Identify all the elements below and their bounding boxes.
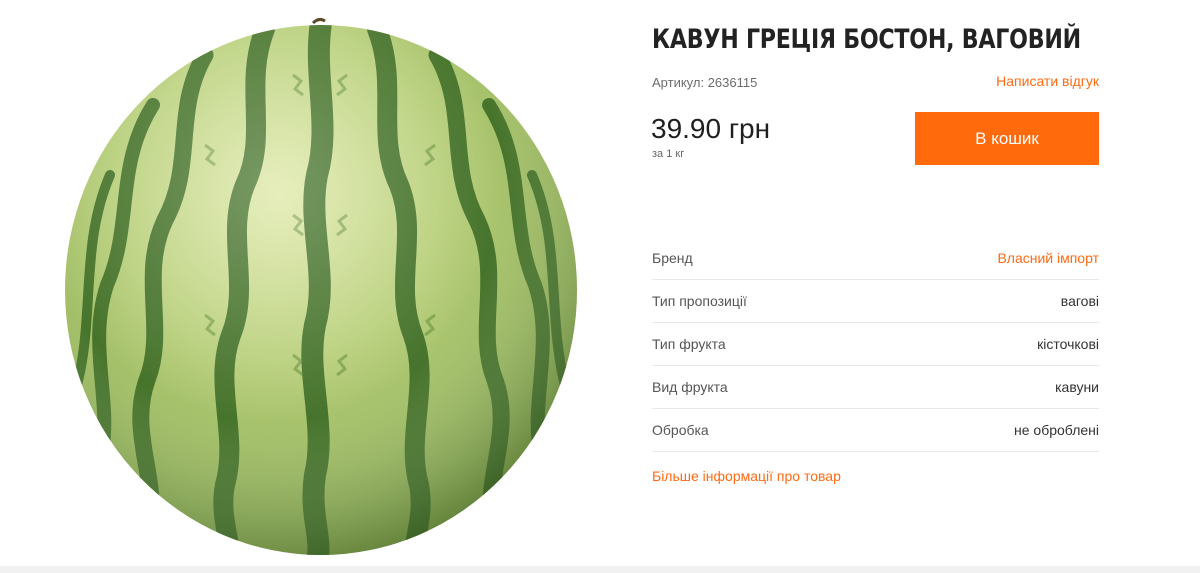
spec-row-fruit-kind: Вид фрукта кавуни [652,366,1099,409]
spec-value: кавуни [1055,379,1099,395]
spec-row-offer-type: Тип пропозиції вагові [652,280,1099,323]
price-unit: за 1 кг [652,148,685,160]
article-number: Артикул: 2636115 [652,75,758,90]
more-info-link[interactable]: Більше інформації про товар [652,468,841,484]
product-title: Кавун Греція Бостон, ваговий [652,24,1081,55]
product-price: 39.90 грн [651,113,771,144]
add-to-cart-button[interactable]: В кошик [915,112,1099,165]
spec-value: кісточкові [1037,336,1099,352]
spec-value: не оброблені [1014,422,1099,438]
spec-value: вагові [1060,293,1099,309]
spec-label: Тип пропозиції [652,293,747,309]
spec-label: Тип фрукта [652,336,726,352]
spec-row-brand: Бренд Власний імпорт [652,237,1099,280]
brand-link[interactable]: Власний імпорт [997,250,1099,266]
spec-label: Обробка [652,422,709,438]
write-review-link[interactable]: Написати відгук [996,73,1099,89]
spec-row-processing: Обробка не оброблені [652,409,1099,452]
product-image[interactable] [55,15,585,565]
watermelon-image [65,17,577,555]
spec-label: Бренд [652,250,693,266]
spec-label: Вид фрукта [652,379,728,395]
product-specs: Бренд Власний імпорт Тип пропозиції ваго… [652,237,1099,452]
page-footer-strip [0,566,1200,573]
spec-row-fruit-type: Тип фрукта кісточкові [652,323,1099,366]
